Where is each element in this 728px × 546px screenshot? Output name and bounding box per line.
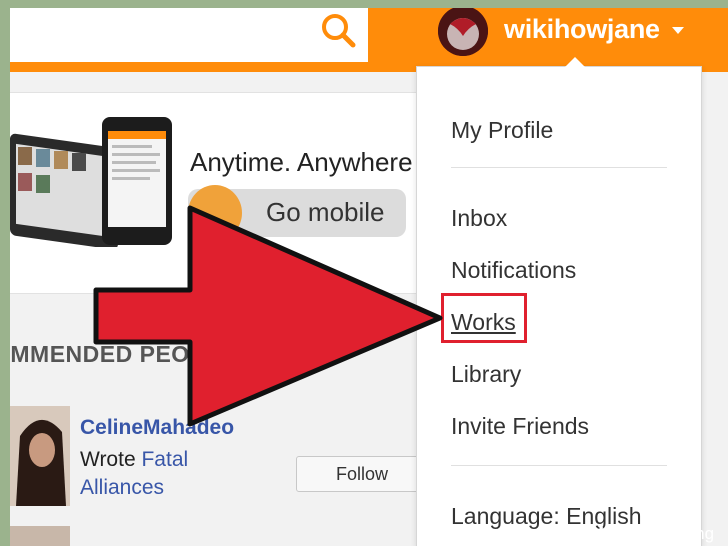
wrote-label: Wrote: [80, 448, 136, 471]
follow-button[interactable]: Follow: [296, 456, 428, 492]
devices-image: [10, 117, 172, 247]
work-link-continued[interactable]: Alliances: [80, 476, 164, 499]
search-input[interactable]: [10, 8, 368, 62]
avatar-image: [10, 406, 70, 506]
top-navigation-bar: wikihowjane: [10, 8, 728, 72]
dropdown-pointer: [565, 57, 585, 67]
work-link[interactable]: Fatal: [141, 448, 188, 471]
recommended-user-avatar[interactable]: [10, 406, 70, 506]
menu-item-inbox[interactable]: Inbox: [451, 205, 507, 232]
promo-card: Anytime. Anywhere Go mobile: [10, 92, 419, 294]
watermark-brand-suffix: Living: [669, 524, 715, 543]
mobile-app-icon: [188, 185, 242, 241]
watermark-plus-icon: ✚: [594, 524, 609, 543]
watermark-brand: Healthy: [608, 524, 670, 543]
recommended-user-name[interactable]: CelineMahadeo: [80, 416, 234, 440]
go-mobile-button[interactable]: Go mobile: [188, 185, 406, 241]
chevron-down-icon[interactable]: [672, 27, 684, 34]
user-dropdown-menu: My Profile Inbox Notifications Works Lib…: [416, 57, 702, 546]
next-user-avatar[interactable]: [10, 526, 70, 546]
recommended-user-work: Wrote Fatal Alliances: [80, 446, 300, 502]
menu-item-notifications[interactable]: Notifications: [451, 257, 576, 284]
menu-divider: [451, 465, 667, 466]
search-icon[interactable]: [316, 9, 360, 53]
user-avatar[interactable]: [438, 8, 488, 56]
app-screen: wikihowjane Anytime. Anywhere Go mobile: [10, 8, 728, 546]
username-menu-toggle[interactable]: wikihowjane: [504, 14, 660, 45]
recommended-people-heading: OMMENDED PEO: [10, 341, 190, 367]
promo-headline: Anytime. Anywhere: [190, 147, 413, 177]
menu-item-library[interactable]: Library: [451, 361, 521, 388]
healthy-living-watermark: ✚HealthyLiving: [594, 524, 714, 544]
go-mobile-label: Go mobile: [266, 197, 385, 227]
menu-item-my-profile[interactable]: My Profile: [451, 117, 553, 144]
avatar-image: [438, 8, 488, 56]
menu-item-invite-friends[interactable]: Invite Friends: [451, 413, 589, 440]
menu-item-works[interactable]: Works: [451, 309, 516, 336]
menu-divider: [451, 167, 667, 168]
